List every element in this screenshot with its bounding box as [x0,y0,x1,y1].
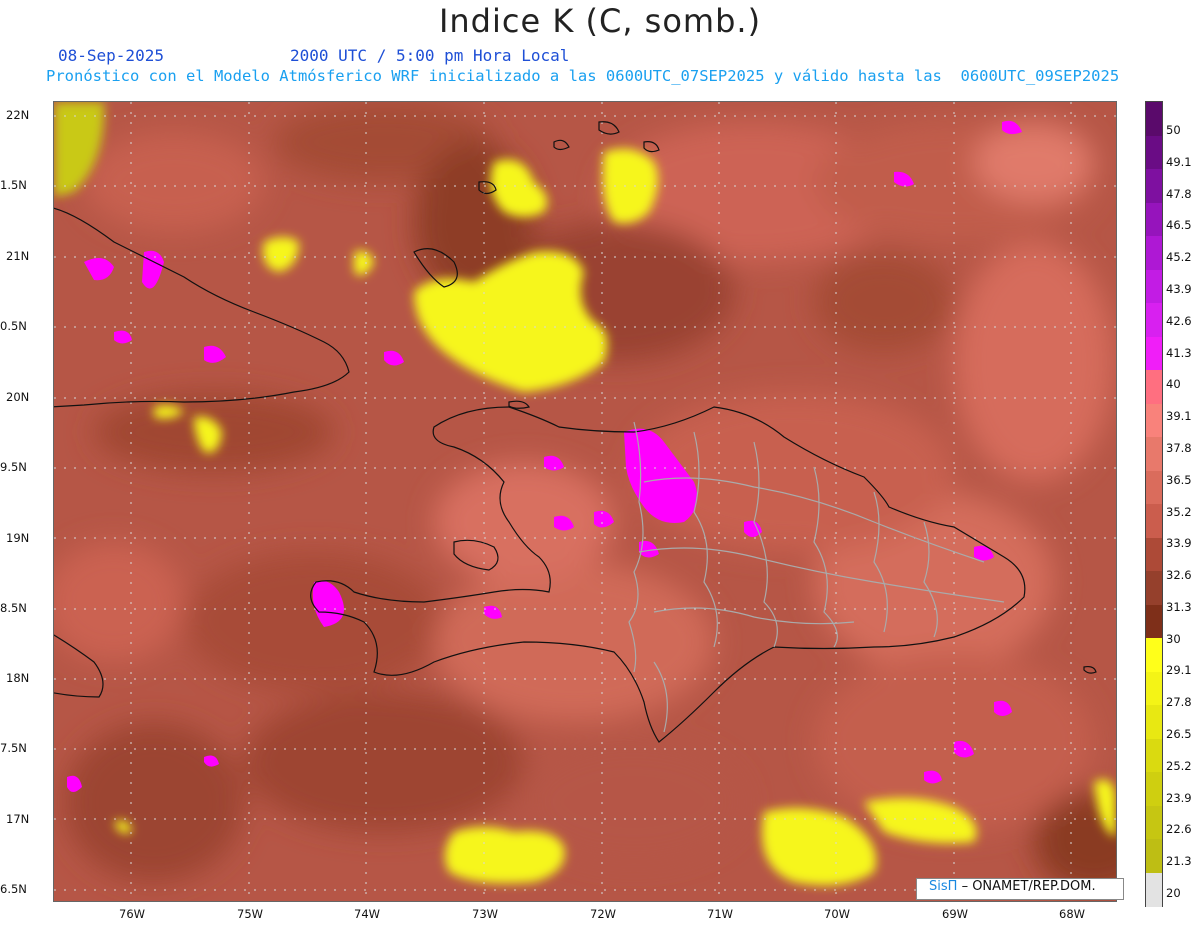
colorbar-segment [1146,336,1162,371]
colorbar-segment [1146,872,1162,907]
colorbar-tick-label: 33.9 [1166,536,1192,551]
lat-label: 18N [6,671,30,685]
colorbar-tick-label: 36.5 [1166,472,1192,487]
lon-label: 73W [472,907,499,921]
colorbar-tick-label: 40 [1166,377,1181,392]
colorbar-segment [1146,437,1162,471]
lon-label: 69W [942,907,969,921]
colorbar-tick-label: 22.6 [1166,822,1192,837]
colorbar-segment [1146,102,1162,136]
lon-label: 76W [119,907,146,921]
colorbar-tick-label: 42.6 [1166,313,1192,328]
lon-label: 75W [237,907,264,921]
lat-label: 21N [6,249,30,263]
colorbar-tick-label: 37.8 [1166,440,1192,455]
lon-label: 72W [590,907,617,921]
colorbar-segment [1146,537,1162,572]
lon-label: 68W [1059,907,1086,921]
colorbar-segment [1146,370,1162,404]
colorbar-tick-label: 43.9 [1166,281,1192,296]
colorbar-segment [1146,202,1162,237]
colorbar-segment [1146,805,1162,840]
map-title: Indice K (C, somb.) [438,2,762,40]
colorbar-tick-label: 49.1 [1166,154,1192,169]
lat-label: 17N [6,812,30,826]
colorbar-tick-label: 23.9 [1166,790,1192,805]
colorbar-segment [1146,504,1162,538]
k-index-map [53,101,1117,902]
colorbar-segment [1146,705,1162,739]
colorbar-segment [1146,638,1162,672]
colorbar-tick-label: 21.3 [1166,854,1192,869]
lat-label: 0.5N [0,319,27,333]
colorbar-segment [1146,839,1162,873]
map-canvas [54,102,1116,901]
colorbar-segment [1146,169,1162,203]
lat-label: 1.5N [0,178,27,192]
lon-label: 71W [707,907,734,921]
colorbar-segment [1146,470,1162,505]
colorbar-segment [1146,403,1162,438]
colorbar-tick-label: 20 [1166,886,1181,900]
colorbar-segment [1146,236,1162,270]
lat-label: 20N [6,390,30,404]
lat-label: 19N [6,531,30,545]
colorbar-segment [1146,571,1162,605]
colorbar-tick-label: 46.5 [1166,218,1192,233]
lon-label: 70W [824,907,851,921]
lat-label: 8.5N [0,601,27,615]
colorbar-tick-label: 32.6 [1166,568,1192,583]
colorbar-tick-label: 27.8 [1166,695,1192,710]
colorbar-segment [1146,604,1162,639]
brand-logo: SisΠ [929,879,958,894]
colorbar-tick-label: 45.2 [1166,250,1192,265]
colorbar-tick-label: 47.8 [1166,186,1192,201]
colorbar [1145,101,1163,907]
colorbar-segment [1146,772,1162,806]
colorbar-tick-label: 26.5 [1166,727,1192,742]
lat-label: 22N [6,108,30,122]
forecast-time: 2000 UTC / 5:00 pm Hora Local [290,46,570,65]
colorbar-tick-label: 39.1 [1166,409,1192,424]
colorbar-segment [1146,303,1162,337]
model-info: Pronóstico con el Modelo Atmósferico WRF… [46,67,1120,85]
colorbar-tick-label: 41.3 [1166,345,1192,360]
colorbar-segment [1146,671,1162,706]
colorbar-tick-label: 50 [1166,123,1181,137]
credit-box: SisΠ – ONAMET/REP.DOM. [916,878,1124,900]
colorbar-tick-label: 31.3 [1166,599,1192,614]
colorbar-segment [1146,738,1162,773]
colorbar-tick-label: 29.1 [1166,663,1192,678]
lat-label: 7.5N [0,741,27,755]
credit-text: – ONAMET/REP.DOM. [961,879,1096,894]
lat-label: 9.5N [0,460,27,474]
colorbar-segment [1146,135,1162,170]
colorbar-tick-label: 25.2 [1166,758,1192,773]
lat-label: 6.5N [0,882,27,896]
colorbar-segment [1146,269,1162,304]
colorbar-tick-label: 30 [1166,631,1181,646]
lon-label: 74W [354,907,381,921]
colorbar-tick-label: 35.2 [1166,504,1192,519]
forecast-date: 08-Sep-2025 [58,46,164,65]
